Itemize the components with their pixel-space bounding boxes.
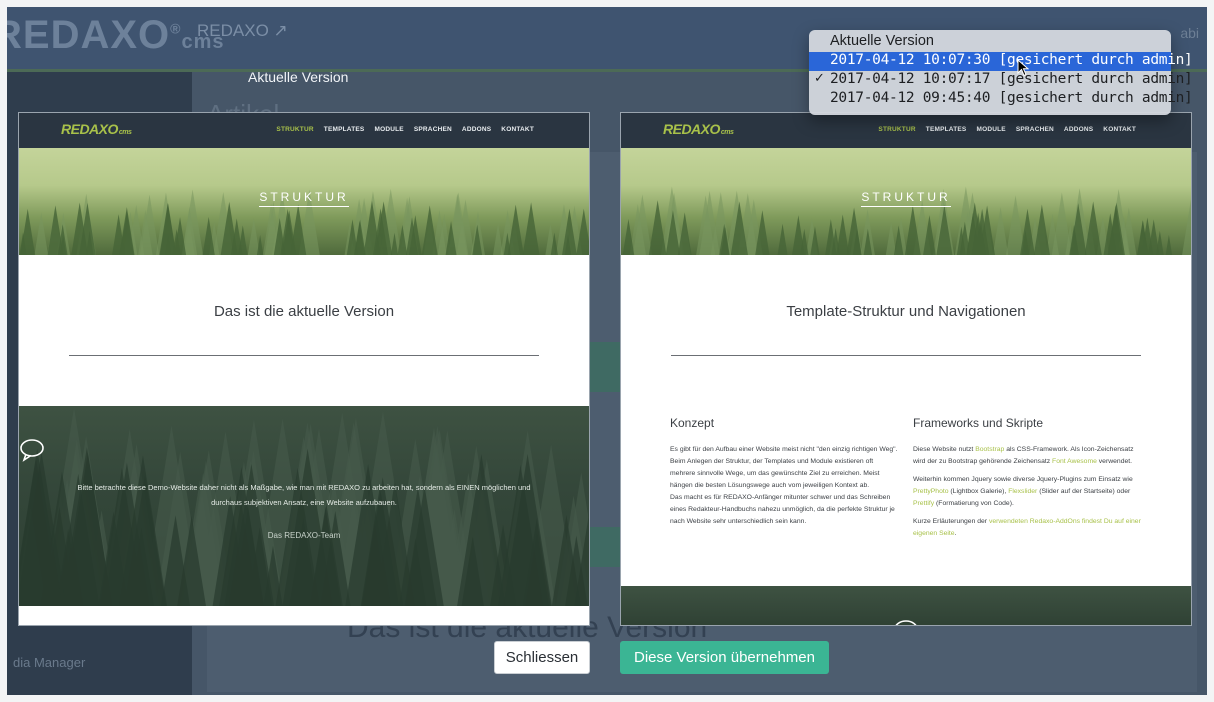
section-divider [671, 355, 1141, 356]
forest-section: Bitte betrachte diese Demo-Website daher… [19, 406, 589, 606]
dropdown-option-version[interactable]: ✓ 2017-04-12 10:07:17 [gesichert durch ad… [809, 71, 1193, 90]
close-button[interactable]: Schliessen [494, 641, 590, 674]
column-text: Weiterhin kommen Jquery sowie diverse Jq… [913, 476, 1133, 507]
apply-version-button[interactable]: Diese Version übernehmen [620, 641, 829, 674]
site-logo: REDAXOcms [663, 121, 734, 137]
site-menu: STRUKTUR TEMPLATES MODULE SPRACHEN ADDON… [878, 126, 1136, 133]
column-text: Das macht es für REDAXO-Anfänger mitunte… [670, 494, 895, 525]
version-dropdown-menu[interactable]: Aktuelle Version 2017-04-12 10:07:30 [ge… [809, 30, 1193, 115]
site-menu-item[interactable]: ADDONS [462, 126, 491, 133]
flexslider-link[interactable]: Flexslider [1008, 488, 1037, 495]
left-pane-label: Aktuelle Version [248, 69, 349, 85]
hero-title: STRUKTUR [19, 190, 589, 207]
sidebar-item-media-manager: dia Manager [13, 655, 86, 670]
dropdown-option-version[interactable]: 2017-04-12 09:45:40 [gesichert durch adm… [809, 90, 1193, 109]
hero-title: STRUKTUR [621, 190, 1191, 207]
site-menu-item[interactable]: MODULE [374, 126, 403, 133]
column-title: Konzept [670, 416, 715, 430]
site-menu-item[interactable]: TEMPLATES [324, 126, 365, 133]
column-title: Frameworks und Skripte [913, 416, 1044, 430]
checkmark-icon: ✓ [814, 71, 825, 86]
column-frameworks: Frameworks und Skripte Diese Website nut… [913, 416, 1142, 546]
site-menu-item[interactable]: STRUKTUR [878, 126, 915, 133]
dropdown-option-version[interactable]: 2017-04-12 10:07:30 [gesichert durch adm… [809, 52, 1193, 71]
site-navbar: REDAXOcms STRUKTUR TEMPLATES MODULE SPRA… [19, 113, 589, 148]
site-navbar: REDAXOcms STRUKTUR TEMPLATES MODULE SPRA… [621, 113, 1191, 148]
external-link-icon: ↗ [273, 21, 288, 40]
column-text: Diese Website nutzt Bootstrap als CSS-Fr… [913, 446, 1134, 465]
mouse-cursor-icon [1017, 59, 1029, 77]
site-menu-item[interactable]: TEMPLATES [926, 126, 967, 133]
column-text: Es gibt für den Aufbau einer Website mei… [670, 446, 898, 489]
column-text: Kurze Erläuterungen der verwendeten Reda… [913, 518, 1141, 537]
site-menu-item[interactable]: SPRACHEN [1016, 126, 1054, 133]
section-title: Template-Struktur und Navigationen [786, 303, 1026, 320]
hero-banner: STRUKTUR [19, 148, 589, 255]
font-awesome-link[interactable]: Font Awesome [1052, 458, 1097, 465]
preview-current-version[interactable]: REDAXOcms STRUKTUR TEMPLATES MODULE SPRA… [18, 112, 590, 626]
section-divider [69, 355, 539, 356]
app-window: REDAXO®cms REDAXO ↗ abi dia Manager Arti… [7, 7, 1207, 695]
site-logo: REDAXOcms [61, 121, 132, 137]
site-menu-item[interactable]: MODULE [976, 126, 1005, 133]
backend-header-right: abi [1180, 25, 1199, 41]
forest-section [621, 586, 1191, 625]
section-title: Das ist die aktuelle Version [213, 303, 395, 320]
backend-site-link: REDAXO ↗ [197, 21, 288, 40]
comment-icon [895, 620, 917, 625]
dropdown-option-current[interactable]: Aktuelle Version [809, 33, 1171, 52]
prettyphoto-link[interactable]: PrettyPhoto [913, 488, 949, 495]
site-menu: STRUKTUR TEMPLATES MODULE SPRACHEN ADDON… [276, 126, 534, 133]
site-menu-item[interactable]: STRUKTUR [276, 126, 313, 133]
column-concept: Konzept Es gibt für den Aufbau einer Web… [670, 416, 899, 546]
preview-selected-version[interactable]: REDAXOcms STRUKTUR TEMPLATES MODULE SPRA… [620, 112, 1192, 626]
forest-text: Bitte betrachte diese Demo-Website daher… [77, 483, 531, 507]
prettify-link[interactable]: Prettify [913, 500, 934, 507]
bootstrap-link[interactable]: Bootstrap [975, 446, 1004, 453]
hero-banner: STRUKTUR [621, 148, 1191, 255]
site-menu-item[interactable]: SPRACHEN [414, 126, 452, 133]
backend-logo: REDAXO®cms [7, 13, 225, 57]
site-menu-item[interactable]: ADDONS [1064, 126, 1093, 133]
content-columns: Konzept Es gibt für den Aufbau einer Web… [670, 416, 1142, 546]
site-menu-item[interactable]: KONTAKT [501, 126, 534, 133]
site-menu-item[interactable]: KONTAKT [1103, 126, 1136, 133]
forest-signature: Das REDAXO-Team [267, 531, 341, 540]
